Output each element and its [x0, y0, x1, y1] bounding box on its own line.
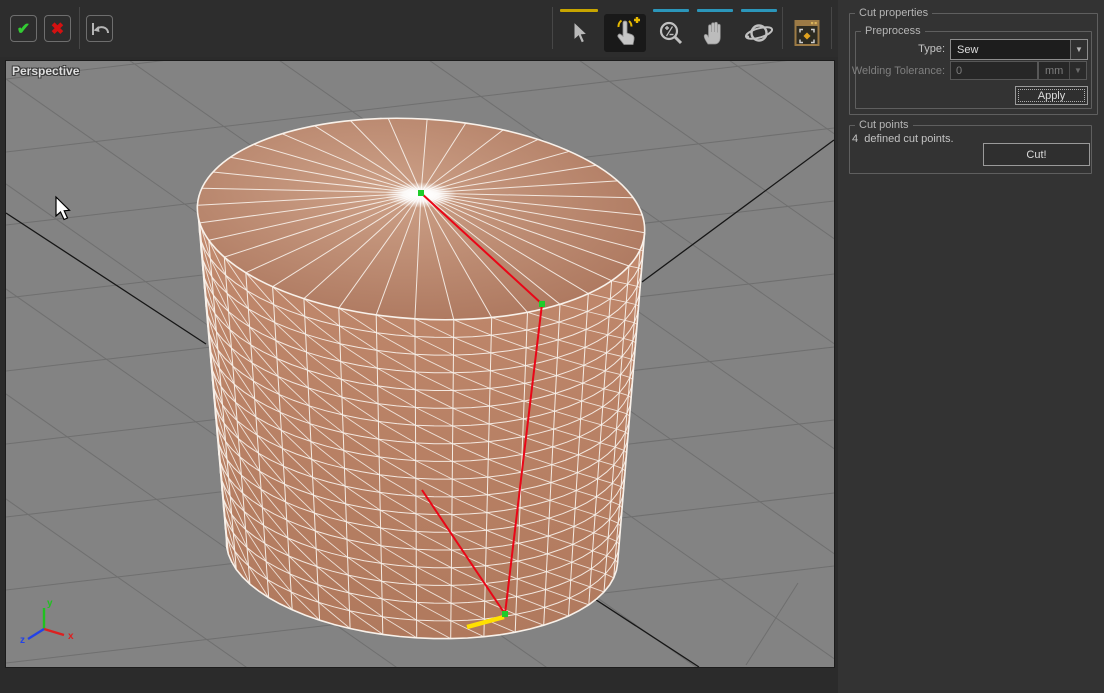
- cut-points-status: 4 defined cut points.: [852, 133, 954, 145]
- svg-text:z: z: [20, 635, 25, 646]
- apply-button[interactable]: Apply: [1015, 86, 1088, 105]
- select-tool-button[interactable]: [558, 14, 600, 52]
- mouse-cursor: [56, 197, 70, 220]
- cancel-button[interactable]: ✖: [44, 15, 71, 42]
- chevron-down-icon: ▼: [1069, 62, 1086, 79]
- frame-view-button[interactable]: [786, 14, 828, 52]
- zoom-icon: [657, 19, 685, 47]
- zoom-tool-button[interactable]: [650, 14, 692, 52]
- toolbar-separator: [831, 7, 832, 49]
- check-icon: ✔: [17, 19, 30, 39]
- unit-value: mm: [1039, 65, 1069, 77]
- pan-hand-icon: [701, 19, 729, 47]
- type-value: Sew: [951, 44, 1070, 56]
- select-tool-accent: [560, 9, 598, 12]
- orbit-planet-icon: [744, 19, 774, 47]
- cut-button[interactable]: Cut!: [983, 143, 1090, 166]
- back-arrow-icon: [89, 19, 111, 39]
- pan-tool-accent: [697, 9, 733, 12]
- welding-tolerance-input[interactable]: 0: [950, 61, 1038, 80]
- 3d-scene-canvas[interactable]: y x z: [6, 61, 834, 667]
- viewport-label: Perspective: [12, 64, 79, 78]
- frame-view-icon: [794, 18, 820, 48]
- cut-points-title: Cut points: [855, 119, 913, 131]
- type-combobox[interactable]: Sew ▼: [950, 39, 1088, 60]
- back-step-button[interactable]: [86, 15, 113, 42]
- top-toolbar: ✔ ✖: [0, 0, 838, 57]
- svg-text:x: x: [68, 631, 74, 642]
- welding-tolerance-value: 0: [956, 65, 962, 77]
- unit-combobox[interactable]: mm ▼: [1038, 61, 1087, 80]
- toolbar-separator: [79, 7, 80, 49]
- pan-tool-button[interactable]: [694, 14, 736, 52]
- toolbar-separator: [782, 7, 783, 49]
- orbit-tool-accent: [741, 9, 777, 12]
- pick-add-tool-button[interactable]: [604, 14, 646, 52]
- select-cursor-icon: [567, 20, 591, 46]
- confirm-button[interactable]: ✔: [10, 15, 37, 42]
- orbit-tool-button[interactable]: [738, 14, 780, 52]
- pick-add-icon: [610, 17, 640, 49]
- x-icon: ✖: [51, 19, 64, 39]
- welding-tolerance-label: Welding Tolerance:: [845, 65, 945, 77]
- svg-text:y: y: [47, 598, 53, 609]
- toolbar-separator: [552, 7, 553, 49]
- zoom-tool-accent: [653, 9, 689, 12]
- cut-properties-title: Cut properties: [855, 7, 932, 19]
- cut-properties-panel: Cut properties Preprocess Type: Sew ▼ We…: [838, 0, 1104, 693]
- preprocess-title: Preprocess: [861, 25, 925, 37]
- type-label: Type:: [875, 43, 945, 55]
- viewport[interactable]: y x z Perspective: [5, 60, 835, 668]
- chevron-down-icon[interactable]: ▼: [1070, 40, 1087, 59]
